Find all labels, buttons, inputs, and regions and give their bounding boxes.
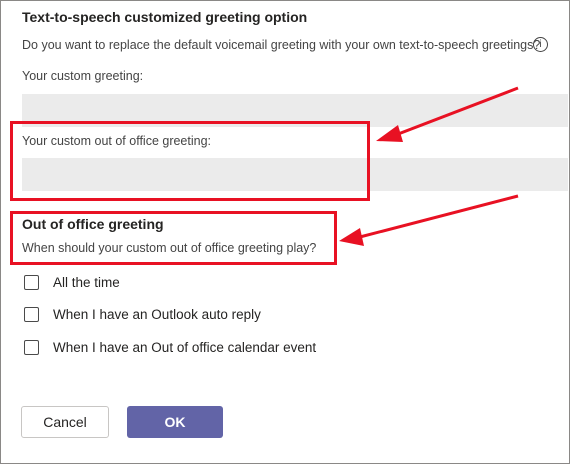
arrow-icon <box>376 86 519 142</box>
annotation-arrows <box>339 86 519 246</box>
arrow-icon <box>339 194 519 246</box>
